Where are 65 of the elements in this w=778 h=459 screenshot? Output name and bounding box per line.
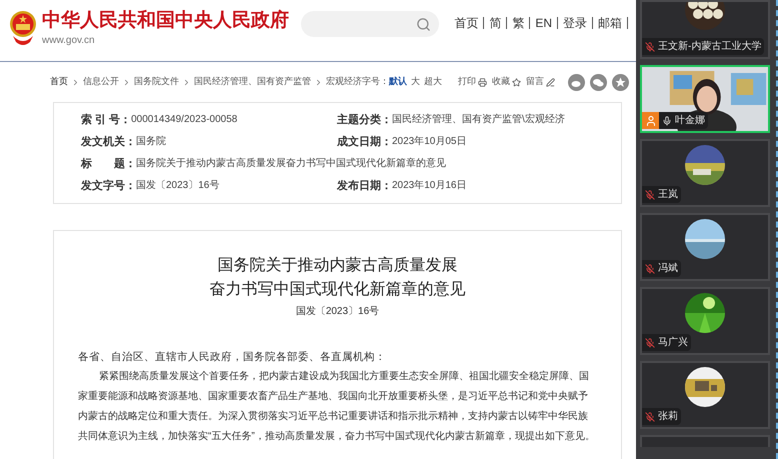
meta-value: 2023年10月16日 [392,178,466,193]
salutation: 各省、自治区、直辖市人民政府，国务院各部委、各直属机构： [78,350,387,365]
person-badge [642,112,659,129]
article-title: 奋力书写中国式现代化新篇章的意见 [210,278,466,300]
font-size-label: 字号： [362,75,389,88]
name-label: 王岚 [642,186,681,203]
participant-tile[interactable]: 王岚 [640,139,770,207]
article-paragraph: 紧紧围绕高质量发展这个首要任务，把内蒙古建设成为我国北方重要生态安全屏障、祖国北疆安全稳定屏障、国家重要能源和战略资源基地、国家重要农畜产品生产基地、我国向北开放重要桥头堡，是习近平总书记和党中央赋予内蒙古的战略定位和重大责任。为深入贯彻落实习近平总书记重要讲话和指示批示精神，支持内蒙古以铸牢中华民族共同体意识为主线，加快落实“五大任务”，推动高质量发展，奋力书写中国式现代化内蒙古新篇章，现提出如下意见。 [78,370,596,444]
breadcrumb-link[interactable]: 国务院文件 [134,75,179,89]
meta-value: 国务院关于推动内蒙古高质量发展奋力书写中国式现代化新篇章的意见 [136,156,446,171]
nav-link[interactable]: 简 [484,17,508,29]
site-title[interactable]: 中华人民共和国中央人民政府 [42,8,289,34]
document-number: 国发〔2023〕16号 [296,305,380,319]
chevron-icon [122,78,131,86]
meta-value: 2023年10月05日 [392,134,466,149]
chevron-icon [182,78,191,86]
site-url: www.gov.cn [42,34,96,48]
meta-label: 发文字号： [81,178,136,194]
search-icon[interactable] [416,16,432,32]
nav-link[interactable]: 首页 [449,17,484,29]
nav-link[interactable]: 登录 [558,17,593,29]
chevron-icon [71,78,80,86]
participant-tile[interactable]: 冯斌 [640,213,770,281]
printer-icon [478,78,487,86]
meta-label: 发布日期： [337,178,392,194]
breadcrumb-link[interactable]: 国民经济管理、国有资产监管 [194,75,311,89]
weibo-icon[interactable] [568,74,585,90]
breadcrumb-link[interactable]: 宏观经济 [326,75,362,89]
article-title: 国务院关于推动内蒙古高质量发展 [218,254,458,276]
name-label: 马广兴 [642,334,691,351]
meta-label: 成文日期： [337,134,392,150]
font-size-option[interactable]: 大 [411,75,420,89]
meta-label: 标 题： [81,156,136,172]
participant-tile[interactable]: 叶金娜 [640,65,770,133]
name-label: 张莉 [642,408,681,425]
meta-value: 000014349/2023-00058 [131,112,238,127]
breadcrumb-link[interactable]: 首页 [50,75,68,89]
meta-label: 发文机关： [81,134,136,150]
pencil-icon [546,78,555,86]
participant-tile[interactable]: 张莉 [640,361,770,429]
meta-label: 主题分类： [337,112,392,128]
font-size-option[interactable]: 默认 [389,75,407,89]
meta-value: 国务院 [136,134,166,149]
emblem-icon [8,8,38,48]
nav-link[interactable]: 邮箱 [593,17,628,29]
name-label: 叶金娜 [659,112,708,129]
chat-icon[interactable] [590,74,607,90]
nav-link[interactable]: 繁 [507,17,530,29]
participant-tile[interactable]: 王文新-内蒙古工业大学 [640,0,770,59]
action-link[interactable]: 留言 [526,75,555,89]
breadcrumb-link[interactable]: 信息公开 [83,75,119,89]
meta-value: 国发〔2023〕16号 [136,178,220,193]
name-label: 王文新-内蒙古工业大学 [642,38,764,55]
participant-tile[interactable]: 马广兴 [640,287,770,355]
meta-value: 国民经济管理、国有资产监管\宏观经济 [392,112,565,127]
font-size-option[interactable]: 超大 [424,75,442,89]
meta-label: 索 引 号： [81,112,132,128]
search-field[interactable] [301,11,440,37]
action-link[interactable]: 打印 [458,75,487,89]
action-link[interactable]: 收藏 [492,75,521,89]
nav-link[interactable]: EN [530,17,558,29]
chevron-icon [314,78,323,86]
star-icon [512,78,521,86]
participant-tile[interactable] [640,435,770,447]
name-label: 冯斌 [642,260,681,277]
